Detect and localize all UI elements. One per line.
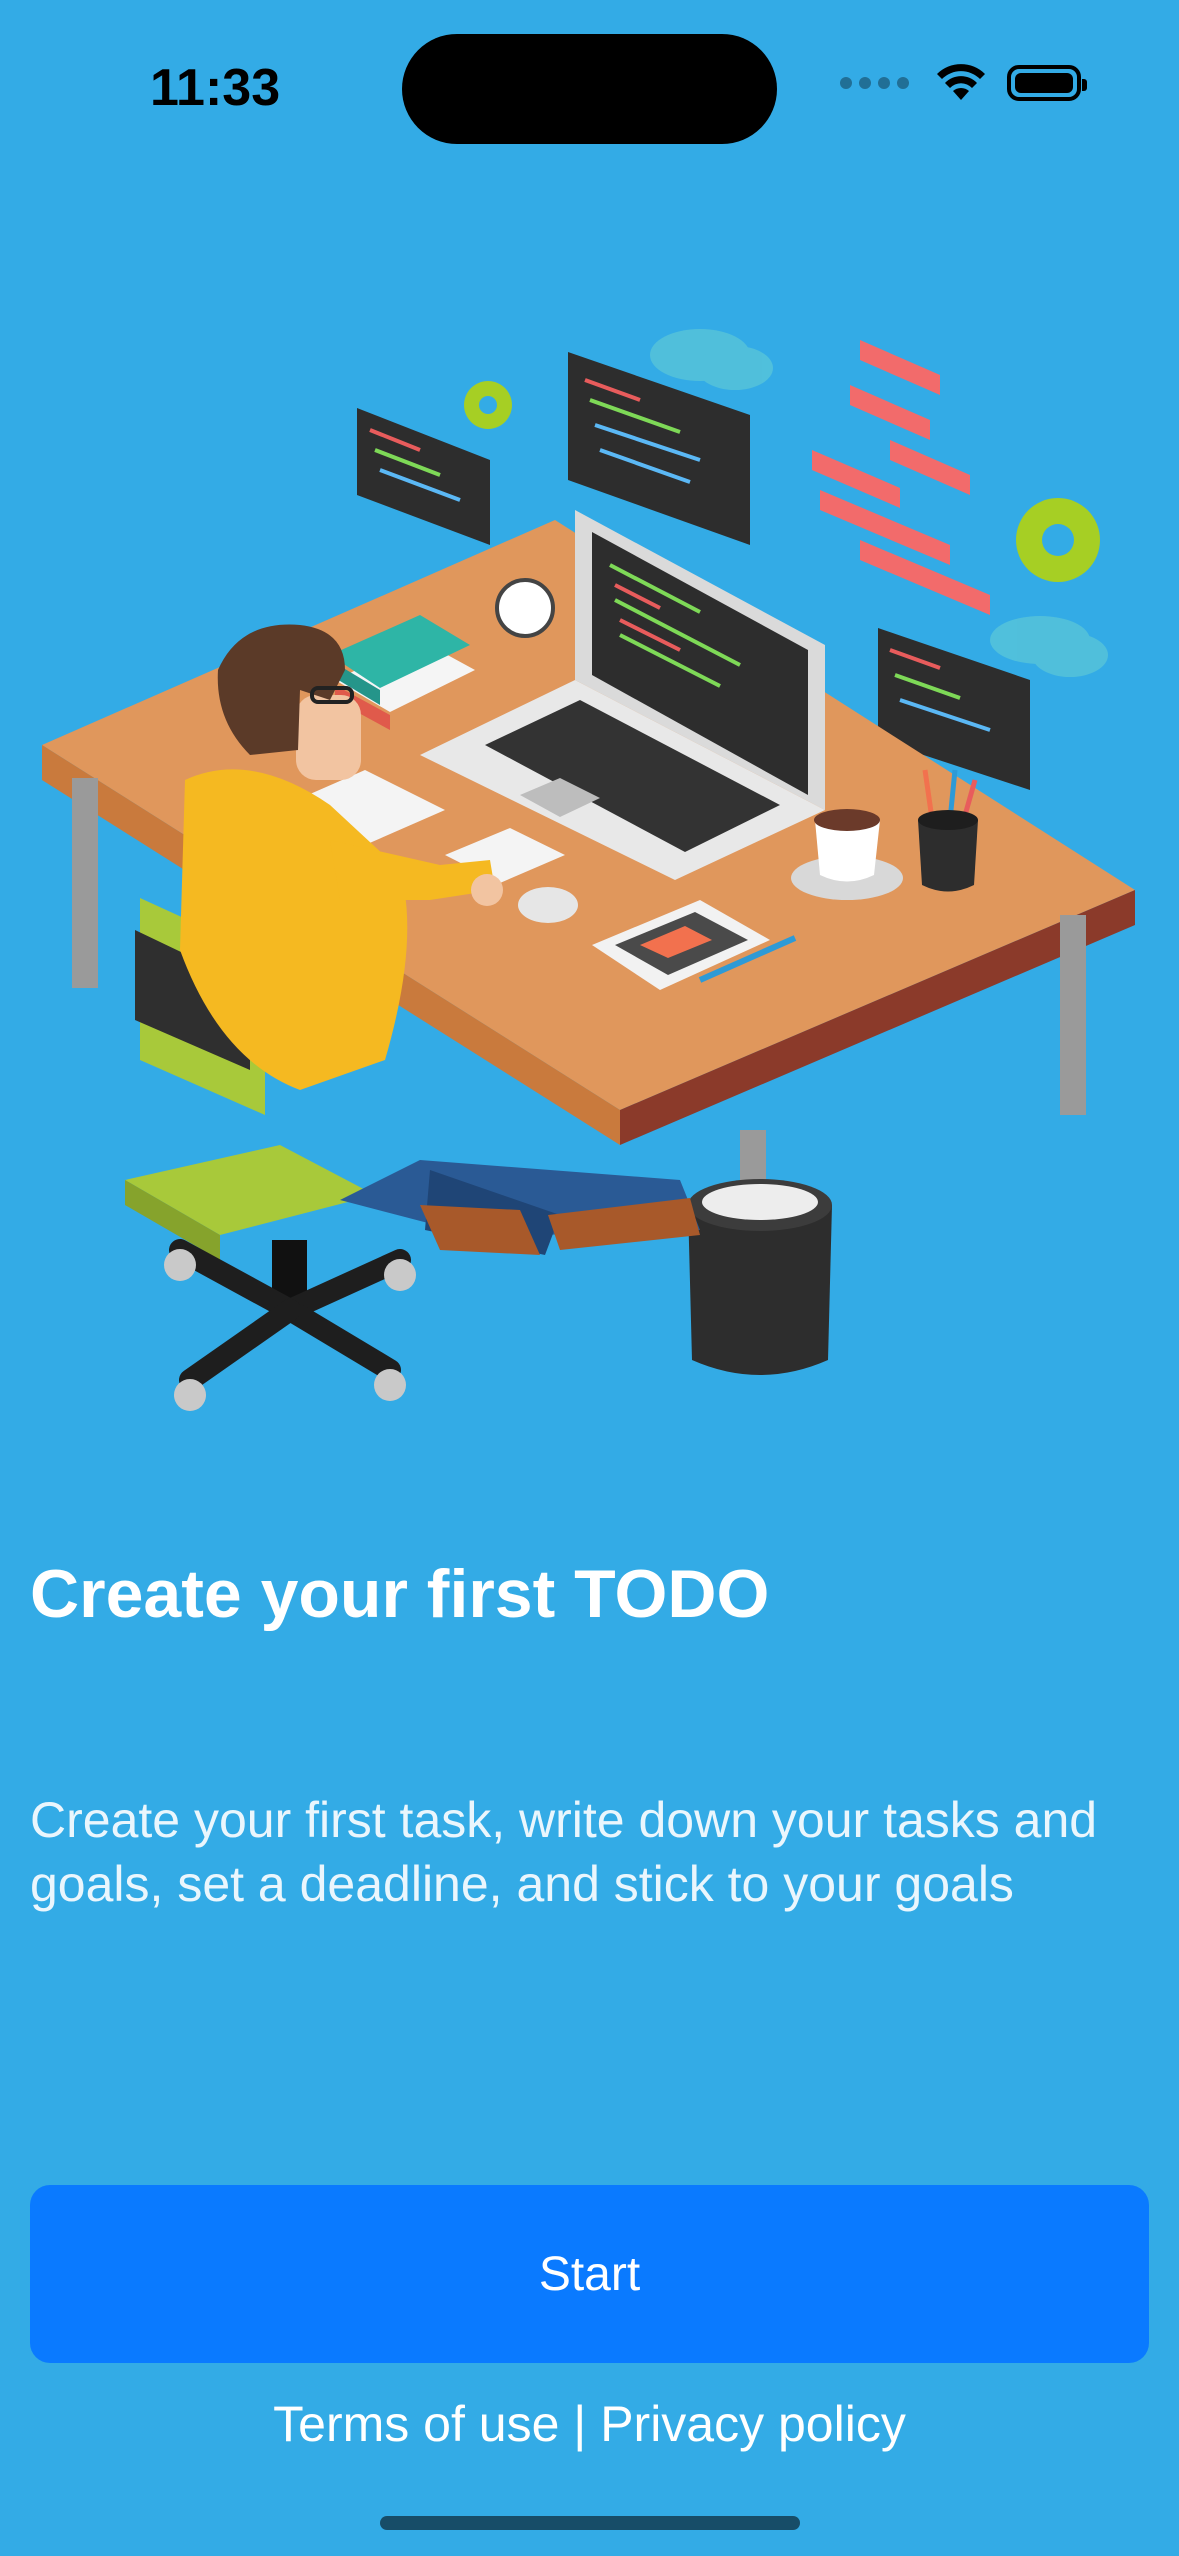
onboarding-screen: 11:33 Create your first TODO Create your…: [0, 0, 1179, 2556]
status-icons: [840, 64, 1087, 102]
brick-wall-icon: [812, 340, 990, 615]
wifi-icon: [937, 64, 985, 100]
dynamic-island: [402, 34, 777, 144]
start-button[interactable]: Start: [30, 2185, 1149, 2363]
developer-desk-illustration: [42, 329, 1135, 1411]
clock-icon: [495, 578, 555, 638]
legal-links: Terms of use | Privacy policy: [0, 2395, 1179, 2453]
onboarding-title: Create your first TODO: [30, 1556, 770, 1632]
home-indicator[interactable]: [380, 2516, 800, 2530]
cellular-signal-icon: [840, 77, 909, 89]
mouse-icon: [518, 887, 578, 923]
status-time: 11:33: [150, 59, 281, 117]
terms-of-use-link[interactable]: Terms of use: [273, 2396, 559, 2452]
onboarding-description: Create your first task, write down your …: [30, 1792, 1098, 1912]
privacy-policy-link[interactable]: Privacy policy: [600, 2396, 906, 2452]
trash-can-icon: [688, 1179, 832, 1375]
battery-icon: [1007, 65, 1087, 101]
link-separator: |: [573, 2396, 601, 2452]
